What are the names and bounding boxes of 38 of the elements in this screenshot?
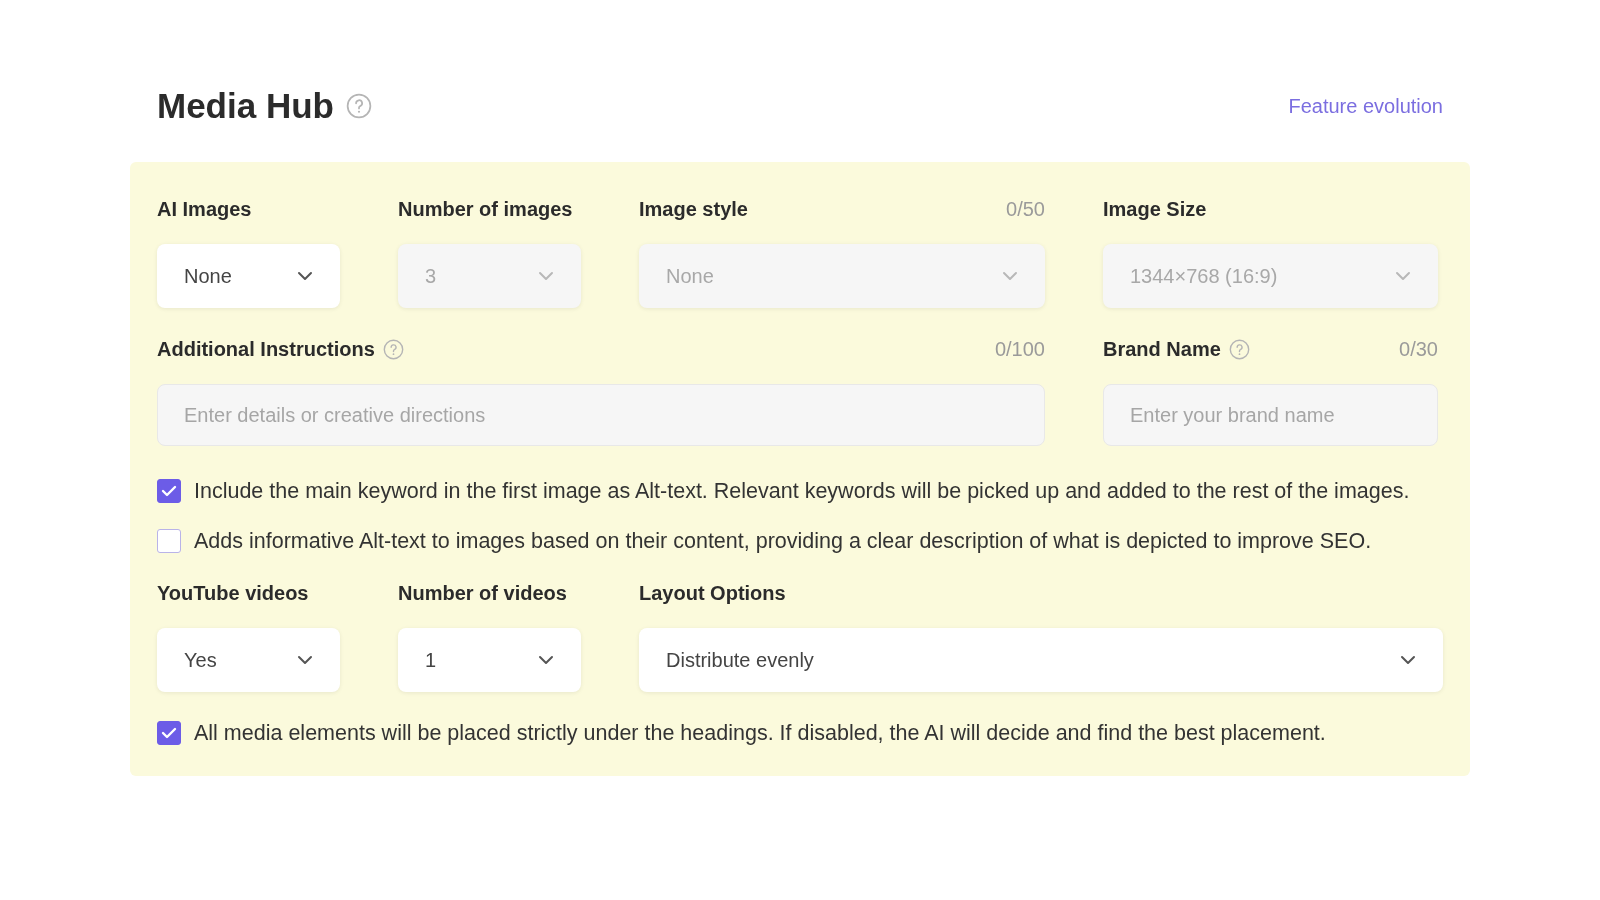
text-input-field[interactable]: Enter details or creative directions bbox=[157, 384, 1045, 446]
chevron-down-icon bbox=[1002, 271, 1018, 281]
field-label: Image style bbox=[639, 197, 748, 221]
dropdown-select[interactable]: 1 bbox=[398, 628, 581, 692]
text-input-field[interactable]: Enter your brand name bbox=[1103, 384, 1438, 446]
page-title: Media Hub bbox=[157, 86, 334, 126]
dropdown-select[interactable]: Yes bbox=[157, 628, 340, 692]
field-label: Additional Instructions bbox=[157, 337, 375, 361]
checkbox[interactable] bbox=[157, 721, 181, 745]
dropdown-select[interactable]: None bbox=[157, 244, 340, 308]
feature-evolution-link[interactable]: Feature evolution bbox=[1288, 94, 1470, 118]
checkbox-label: All media elements will be placed strictly under the headings. If disabled, the AI will decide and find the best placement. bbox=[194, 720, 1326, 746]
character-counter: 0/50 bbox=[1006, 197, 1045, 221]
chevron-down-icon bbox=[538, 271, 554, 281]
chevron-down-icon bbox=[1400, 655, 1416, 665]
field-label: Number of videos bbox=[398, 581, 567, 605]
field-label: Layout Options bbox=[639, 581, 786, 605]
field-label: Brand Name bbox=[1103, 337, 1221, 361]
character-counter: 0/30 bbox=[1399, 337, 1438, 361]
checkbox-label: Include the main keyword in the first image as Alt-text. Relevant keywords will be picked up and added to the rest of the images. bbox=[194, 478, 1410, 504]
field-label: YouTube videos bbox=[157, 581, 309, 605]
chevron-down-icon bbox=[538, 655, 554, 665]
field-label: AI Images bbox=[157, 197, 252, 221]
dropdown-select[interactable]: Distribute evenly bbox=[639, 628, 1443, 692]
chevron-down-icon bbox=[297, 271, 313, 281]
field-label: Number of images bbox=[398, 197, 573, 221]
checkmark-icon bbox=[161, 727, 177, 739]
checkbox[interactable] bbox=[157, 479, 181, 503]
help-icon[interactable] bbox=[345, 93, 372, 119]
checkbox-label: Adds informative Alt-text to images based on their content, providing a clear description of what is depicted to improve SEO. bbox=[194, 528, 1372, 554]
help-icon[interactable] bbox=[1228, 338, 1250, 360]
checkmark-icon bbox=[161, 485, 177, 497]
chevron-down-icon bbox=[1395, 271, 1411, 281]
help-icon[interactable] bbox=[382, 338, 404, 360]
checkbox[interactable] bbox=[157, 529, 181, 553]
field-label: Image Size bbox=[1103, 197, 1207, 221]
character-counter: 0/100 bbox=[994, 337, 1045, 361]
chevron-down-icon bbox=[297, 655, 313, 665]
